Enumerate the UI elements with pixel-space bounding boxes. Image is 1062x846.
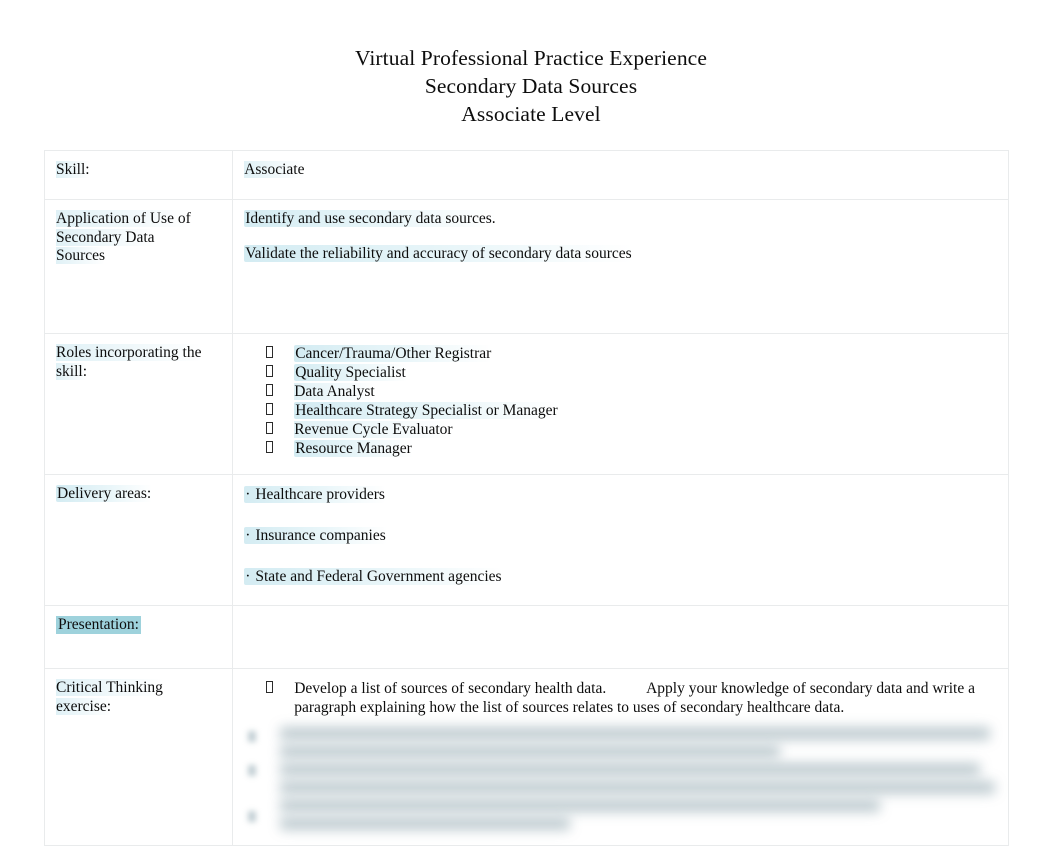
- missing-glyph-bullet-icon: [266, 384, 274, 396]
- row-value-cell-skill: Associate: [232, 150, 1009, 200]
- missing-glyph-bullet-icon: [266, 422, 274, 434]
- list-item: · Insurance companies: [244, 527, 387, 544]
- title-line-1: Virtual Professional Practice Experience: [355, 46, 707, 70]
- obscured-content-note: (remaining content is blurred and illegi…: [244, 723, 245, 724]
- missing-glyph-bullet-icon: [248, 765, 257, 776]
- row-label-application-line-2: Secondary Data: [56, 228, 155, 246]
- page-title: Virtual Professional Practice Experience…: [0, 0, 1062, 128]
- row-label-cell-delivery-areas: Delivery areas:: [43, 474, 234, 606]
- list-item: Revenue Cycle Evaluator: [244, 420, 996, 439]
- missing-glyph-bullet-icon: [266, 365, 274, 377]
- exercise-line-1: Develop a list of sources of secondary h…: [294, 680, 607, 697]
- row-label-application-line-1: Application of Use of: [56, 210, 191, 227]
- row-value-cell-critical-thinking: Develop a list of sources of secondary h…: [232, 668, 1009, 846]
- missing-glyph-bullet-icon: [248, 811, 257, 822]
- row-label-cell-application: Application of Use of Secondary Data Sou…: [43, 199, 234, 334]
- row-label-application-line-3: Sources: [56, 247, 106, 264]
- row-label-cell-roles: Roles incorporating the skill:: [43, 333, 234, 475]
- missing-glyph-bullet-icon: [266, 346, 274, 358]
- list-item: Healthcare Strategy Specialist or Manage…: [244, 401, 996, 420]
- row-label-critical-thinking-line-1: Critical Thinking: [56, 679, 163, 696]
- exercise-line-2: Apply your knowledge of secondary data a…: [646, 680, 929, 697]
- row-value-cell-application: Identify and use secondary data sources.…: [232, 199, 1009, 334]
- missing-glyph-bullet-icon: [266, 681, 274, 693]
- table-row-application: Application of Use of Secondary Data Sou…: [43, 199, 1009, 334]
- middot-bullet-icon: ·: [245, 568, 251, 585]
- application-paragraph-1: Identify and use secondary data sources.: [244, 210, 497, 227]
- row-label-skill: Skill:: [56, 161, 90, 178]
- row-label-critical-thinking-line-2: exercise:: [56, 697, 112, 715]
- row-label-cell-skill: Skill:: [43, 150, 234, 200]
- missing-glyph-bullet-icon: [248, 731, 257, 742]
- list-item: · State and Federal Government agencies: [244, 568, 503, 585]
- title-line-2: Secondary Data Sources: [424, 74, 638, 98]
- row-value-cell-presentation: [232, 605, 1009, 669]
- row-label-presentation: Presentation:: [56, 616, 141, 634]
- application-paragraph-2: Validate the reliability and accuracy of…: [244, 244, 633, 262]
- row-value-cell-delivery-areas: · Healthcare providers · Insurance compani…: [232, 474, 1009, 606]
- critical-thinking-list: Develop a list of sources of secondary h…: [244, 679, 996, 717]
- list-item: Cancer/Trauma/Other Registrar: [244, 344, 996, 363]
- table-row-presentation: Presentation:: [43, 605, 1009, 669]
- table-row-critical-thinking: Critical Thinking exercise: Develop a li…: [43, 668, 1009, 846]
- roles-list: Cancer/Trauma/Other Registrar Quality Sp…: [244, 344, 996, 458]
- list-item: Data Analyst: [244, 382, 996, 401]
- middot-bullet-icon: ·: [245, 486, 251, 503]
- list-item: Develop a list of sources of secondary h…: [244, 679, 996, 717]
- title-line-3: Associate Level: [461, 102, 601, 126]
- skill-definition-table: Skill: Associate Application of Use of S…: [43, 150, 1009, 846]
- obscured-content-block: (remaining content is blurred and illegi…: [244, 723, 996, 835]
- row-label-roles-line-2: skill:: [56, 362, 88, 380]
- missing-glyph-bullet-icon: [266, 441, 274, 453]
- row-label-cell-presentation: Presentation:: [43, 605, 234, 669]
- row-value-cell-roles: Cancer/Trauma/Other Registrar Quality Sp…: [232, 333, 1009, 475]
- middot-bullet-icon: ·: [245, 527, 251, 544]
- table-row-roles: Roles incorporating the skill: Cancer/Tr…: [43, 333, 1009, 475]
- delivery-areas-list: · Healthcare providers · Insurance compani…: [244, 485, 996, 586]
- list-item: Resource Manager: [244, 439, 996, 458]
- list-item: · Healthcare providers: [244, 486, 386, 503]
- row-label-delivery-areas: Delivery areas:: [56, 485, 153, 502]
- table-row-delivery-areas: Delivery areas: · Healthcare providers · I…: [43, 474, 1009, 606]
- missing-glyph-bullet-icon: [266, 403, 274, 415]
- row-label-roles-line-1: Roles incorporating the: [56, 344, 202, 361]
- list-item: Quality Specialist: [244, 363, 996, 382]
- table-row-skill: Skill: Associate: [43, 150, 1009, 200]
- row-label-cell-critical-thinking: Critical Thinking exercise:: [43, 668, 234, 846]
- skill-level-value: Associate: [244, 161, 305, 178]
